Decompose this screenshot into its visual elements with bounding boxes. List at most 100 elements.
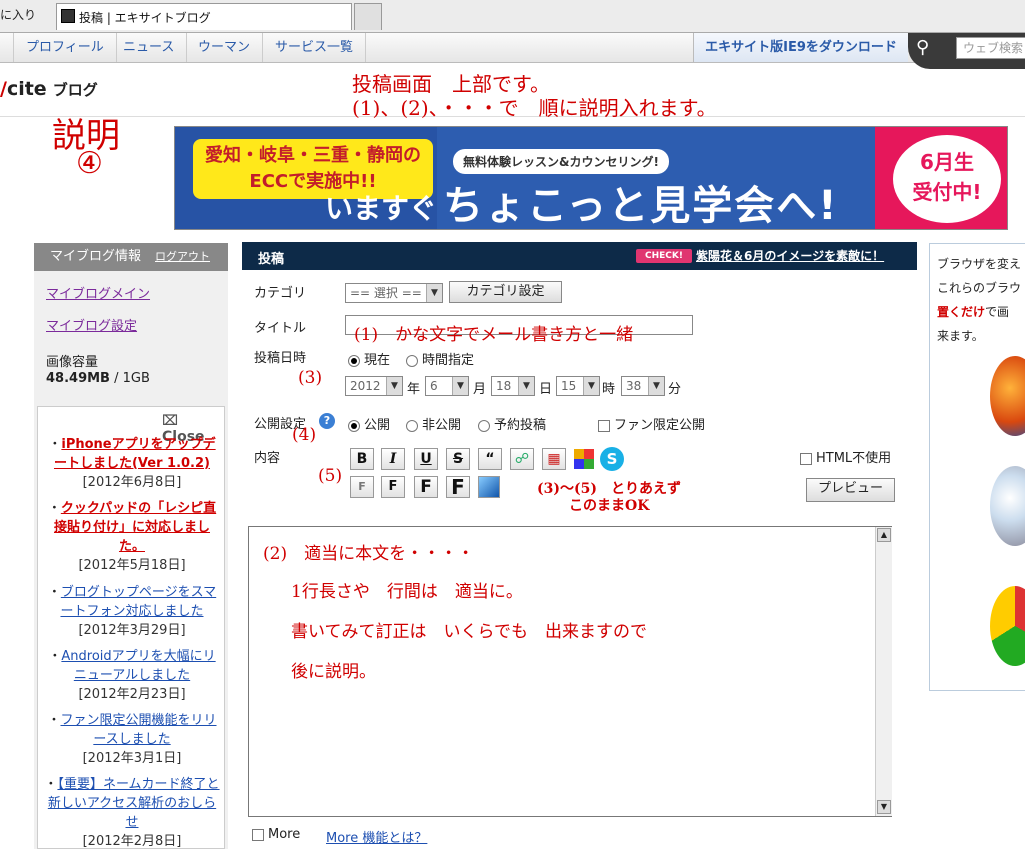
search-icon[interactable]: ⚲ <box>916 37 942 61</box>
safari-icon[interactable] <box>990 466 1025 546</box>
more-option[interactable]: More <box>252 827 300 842</box>
excite-blog-logo[interactable]: /cite ブログ <box>0 78 98 100</box>
html-off-checkbox[interactable] <box>800 452 812 465</box>
day-select[interactable]: 18 ▼ <box>491 376 535 396</box>
hour-select[interactable]: 15 ▼ <box>556 376 600 396</box>
content-label: 内容 <box>254 451 281 466</box>
banner-badge-line1: 6月生 <box>920 150 974 174</box>
vis-public-option[interactable]: 公開 <box>348 414 390 433</box>
sidebar-item-blog-settings[interactable]: マイブログ設定 <box>46 315 137 334</box>
nav-spacer <box>0 33 14 62</box>
news-item[interactable]: ・クックパッドの「レシピ直接貼り付け」に対応しました。 [2012年5月18日] <box>44 499 220 575</box>
search-input[interactable]: ウェブ検索 <box>956 37 1025 59</box>
scroll-up-icon[interactable]: ▲ <box>877 528 891 542</box>
news-item[interactable]: ・ファン限定公開機能をリリースしました [2012年3月1日] <box>44 711 220 768</box>
bold-icon[interactable]: B <box>350 448 374 470</box>
news-title[interactable]: ブログトップページをスマートフォン対応しました <box>60 585 216 619</box>
image-icon[interactable] <box>478 476 500 498</box>
vis-public-label: 公開 <box>364 418 391 433</box>
sidebar-item-blog-main[interactable]: マイブログメイン <box>46 283 150 302</box>
favorites-label[interactable]: に入り <box>0 6 36 23</box>
news-title[interactable]: Androidアプリを大幅にリニューアルしました <box>61 649 215 683</box>
font-large-icon[interactable]: F <box>414 476 438 498</box>
day-unit: 日 <box>539 382 553 397</box>
help-icon[interactable]: ? <box>319 413 335 429</box>
new-tab-button[interactable] <box>354 3 382 30</box>
campaign-link[interactable]: 紫陽花＆6月のイメージを素敵に！ <box>696 247 884 264</box>
news-item[interactable]: ・Androidアプリを大幅にリニューアルしました [2012年2月23日] <box>44 647 220 704</box>
html-off-option[interactable]: HTML不使用 <box>800 447 891 466</box>
gift-icon[interactable]: ▦ <box>542 448 566 470</box>
month-select[interactable]: 6 ▼ <box>425 376 469 396</box>
strikethrough-icon[interactable]: S <box>446 448 470 470</box>
date-specify-radio[interactable] <box>406 354 418 367</box>
category-settings-button[interactable]: カテゴリ設定 <box>449 281 562 303</box>
html-off-label: HTML不使用 <box>816 451 892 466</box>
ecc-ad-banner[interactable]: 愛知・岐阜・三重・静岡の ECCで実施中!! いますぐ 無料体験レッスン&カウン… <box>174 126 1008 230</box>
year-value: 2012 <box>350 379 381 393</box>
chrome-icon[interactable] <box>990 586 1025 666</box>
web-search: ⚲ ウェブ検索 <box>908 33 1025 69</box>
skype-icon[interactable]: S <box>600 447 624 471</box>
news-title[interactable]: iPhoneアプリをアップデートしました(Ver 1.0.2) <box>54 437 216 471</box>
vis-public-radio[interactable] <box>348 419 360 432</box>
body-editor[interactable]: (2) 適当に本文を・・・・ 1行長さや 行間は 適当に。 書いてみて訂正は い… <box>248 526 892 817</box>
chevron-down-icon: ▼ <box>648 377 664 395</box>
italic-icon[interactable]: I <box>381 448 405 470</box>
annotation-4: (4) <box>292 425 317 445</box>
font-medium-icon[interactable]: F <box>381 476 405 498</box>
browser-tab-bar: に入り 投稿 | エキサイトブログ <box>0 0 1025 33</box>
color-palette-icon[interactable] <box>574 449 594 469</box>
vis-scheduled-radio[interactable] <box>478 419 490 432</box>
vis-private-option[interactable]: 非公開 <box>406 414 461 433</box>
more-label: More <box>268 827 301 842</box>
preview-button[interactable]: プレビュー <box>806 478 895 502</box>
news-date: [2012年6月8日] <box>82 475 182 490</box>
more-help-link[interactable]: More 機能とは？ <box>326 827 427 846</box>
download-ie9-link[interactable]: エキサイト版IE9をダウンロード <box>693 33 908 62</box>
news-title[interactable]: 【重要】ネームカード終了と新しいアクセス解析のおしらせ <box>48 777 220 830</box>
month-value: 6 <box>430 379 438 393</box>
date-specify-option[interactable]: 時間指定 <box>406 349 474 368</box>
annotation-3: (3) <box>298 368 323 388</box>
news-item[interactable]: ・iPhoneアプリをアップデートしました(Ver 1.0.2) [2012年6月… <box>44 435 220 492</box>
quote-icon[interactable]: “ <box>478 448 502 470</box>
vis-fan-option[interactable]: ファン限定公開 <box>598 414 705 433</box>
browser-tab[interactable]: 投稿 | エキサイトブログ <box>56 3 352 30</box>
news-item[interactable]: ・【重要】ネームカード終了と新しいアクセス解析のおしらせ [2012年2月8日] <box>44 775 220 851</box>
favicon-icon <box>61 9 75 23</box>
font-xlarge-icon[interactable]: F <box>446 476 470 498</box>
nav-services[interactable]: サービス一覧 <box>263 33 367 62</box>
underline-icon[interactable]: U <box>414 448 438 470</box>
vis-private-radio[interactable] <box>406 419 418 432</box>
minute-select[interactable]: 38 ▼ <box>621 376 665 396</box>
vis-scheduled-option[interactable]: 予約投稿 <box>478 414 546 433</box>
news-date: [2012年2月8日] <box>82 834 182 849</box>
link-icon[interactable]: ☍ <box>510 448 534 470</box>
logo-mark: / <box>0 78 7 100</box>
news-title[interactable]: ファン限定公開機能をリリースしました <box>61 713 217 747</box>
firefox-icon[interactable] <box>990 356 1025 436</box>
category-select[interactable]: == 選択 == ▼ <box>345 283 443 303</box>
date-now-radio[interactable] <box>348 354 360 367</box>
date-now-option[interactable]: 現在 <box>348 349 390 368</box>
font-small-icon[interactable]: F <box>350 476 374 498</box>
category-label: カテゴリ <box>254 286 307 301</box>
logout-link[interactable]: ログアウト <box>155 250 210 263</box>
editor-scrollbar[interactable]: ▲ ▼ <box>875 527 892 816</box>
chevron-down-icon: ▼ <box>518 377 534 395</box>
title-annotation: (1) かな文字でメール書き方と一緒 <box>354 325 634 345</box>
scroll-down-icon[interactable]: ▼ <box>877 800 891 814</box>
promo-line2: これらのブラウ <box>937 281 1022 295</box>
date-now-label: 現在 <box>364 353 391 368</box>
banner-main-text: ちょこっと見学会へ! <box>443 183 839 229</box>
news-item[interactable]: ・ブログトップページをスマートフォン対応しました [2012年3月29日] <box>44 583 220 640</box>
news-date: [2012年5月18日] <box>78 558 186 573</box>
more-checkbox[interactable] <box>252 828 264 841</box>
vis-fan-checkbox[interactable] <box>598 419 610 432</box>
nav-woman[interactable]: ウーマン <box>186 33 264 62</box>
nav-news[interactable]: ニュース <box>111 33 188 62</box>
news-title[interactable]: クックパッドの「レシピ直接貼り付け」に対応しました。 <box>54 501 216 554</box>
nav-profile[interactable]: プロフィール <box>14 33 117 62</box>
year-select[interactable]: 2012 ▼ <box>345 376 403 396</box>
